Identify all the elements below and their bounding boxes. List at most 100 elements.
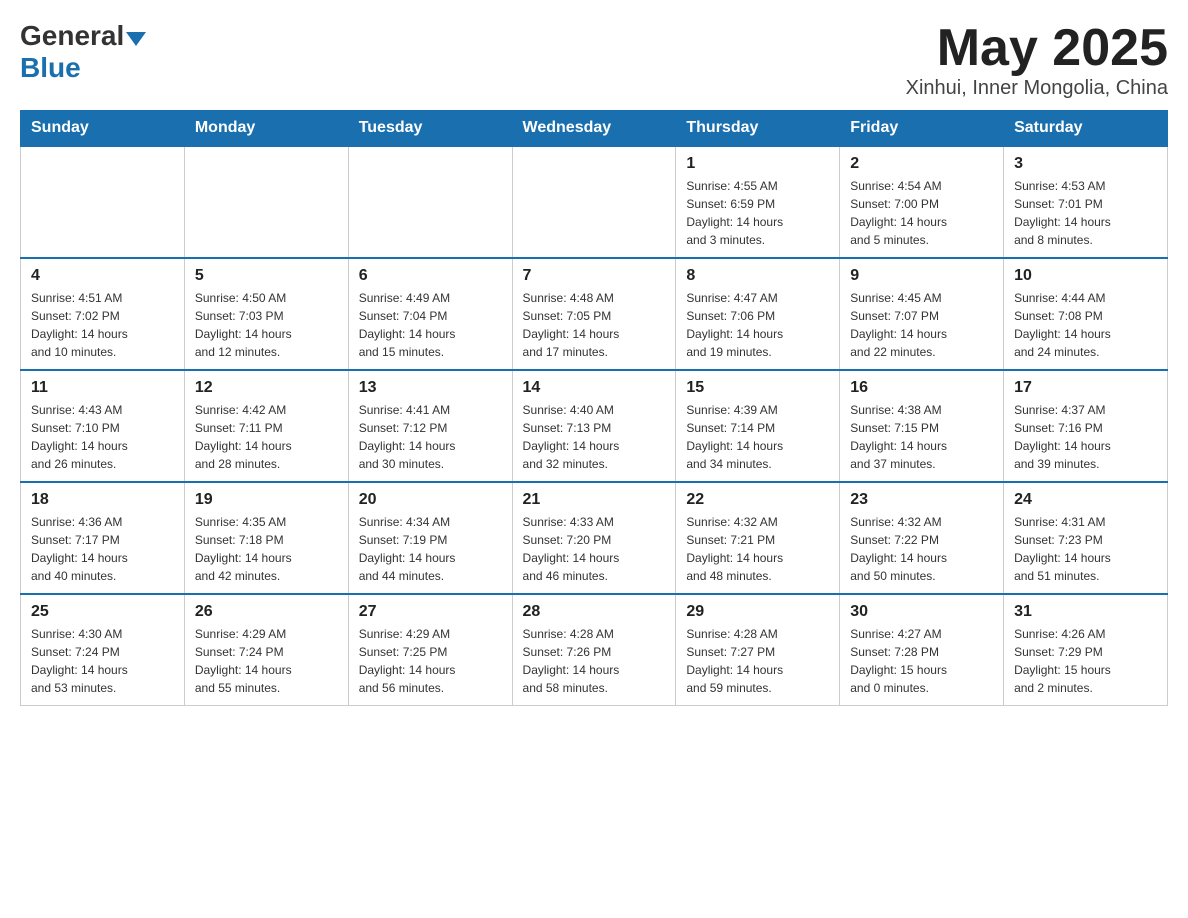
day-number: 14 — [523, 379, 666, 397]
day-number: 1 — [686, 155, 829, 173]
day-info: Sunrise: 4:50 AM Sunset: 7:03 PM Dayligh… — [195, 289, 338, 361]
day-number: 17 — [1014, 379, 1157, 397]
day-number: 27 — [359, 603, 502, 621]
day-info: Sunrise: 4:35 AM Sunset: 7:18 PM Dayligh… — [195, 513, 338, 585]
day-number: 26 — [195, 603, 338, 621]
day-info: Sunrise: 4:53 AM Sunset: 7:01 PM Dayligh… — [1014, 177, 1157, 249]
day-info: Sunrise: 4:26 AM Sunset: 7:29 PM Dayligh… — [1014, 625, 1157, 697]
day-info: Sunrise: 4:39 AM Sunset: 7:14 PM Dayligh… — [686, 401, 829, 473]
calendar-cell: 6Sunrise: 4:49 AM Sunset: 7:04 PM Daylig… — [348, 258, 512, 370]
day-number: 9 — [850, 267, 993, 285]
day-info: Sunrise: 4:43 AM Sunset: 7:10 PM Dayligh… — [31, 401, 174, 473]
day-number: 5 — [195, 267, 338, 285]
day-number: 18 — [31, 491, 174, 509]
day-number: 7 — [523, 267, 666, 285]
day-info: Sunrise: 4:27 AM Sunset: 7:28 PM Dayligh… — [850, 625, 993, 697]
day-info: Sunrise: 4:31 AM Sunset: 7:23 PM Dayligh… — [1014, 513, 1157, 585]
calendar-cell: 30 Sunrise: 4:27 AM Sunset: 7:28 PM Dayli… — [840, 594, 1004, 706]
location-text: Xinhui, Inner Mongolia, China — [906, 77, 1168, 100]
calendar-cell — [348, 146, 512, 258]
day-number: 23 — [850, 491, 993, 509]
calendar-cell: 21 Sunrise: 4:33 AM Sunset: 7:20 PM Dayli… — [512, 482, 676, 594]
calendar-table: Sunday Monday Tuesday Wednesday Thursday… — [20, 110, 1168, 706]
calendar-cell: 25 Sunrise: 4:30 AM Sunset: 7:24 PM Dayli… — [21, 594, 185, 706]
logo-blue-text: Blue — [20, 52, 81, 84]
day-number: 31 — [1014, 603, 1157, 621]
calendar-cell: 31 Sunrise: 4:26 AM Sunset: 7:29 PM Dayli… — [1004, 594, 1168, 706]
calendar-cell: 17Sunrise: 4:37 AM Sunset: 7:16 PM Dayli… — [1004, 370, 1168, 482]
day-info: Sunrise: 4:44 AM Sunset: 7:08 PM Dayligh… — [1014, 289, 1157, 361]
week-row: 18 Sunrise: 4:36 AM Sunset: 7:17 PM Dayli… — [21, 482, 1168, 594]
calendar-cell: 29 Sunrise: 4:28 AM Sunset: 7:27 PM Dayli… — [676, 594, 840, 706]
week-row: 4 Sunrise: 4:51 AM Sunset: 7:02 PM Daylig… — [21, 258, 1168, 370]
logo-arrow-icon — [126, 32, 146, 46]
calendar-cell: 4 Sunrise: 4:51 AM Sunset: 7:02 PM Daylig… — [21, 258, 185, 370]
day-info: Sunrise: 4:38 AM Sunset: 7:15 PM Dayligh… — [850, 401, 993, 473]
calendar-cell: 28 Sunrise: 4:28 AM Sunset: 7:26 PM Dayli… — [512, 594, 676, 706]
day-number: 10 — [1014, 267, 1157, 285]
logo-general-text: General — [20, 20, 124, 52]
day-info: Sunrise: 4:29 AM Sunset: 7:25 PM Dayligh… — [359, 625, 502, 697]
day-number: 25 — [31, 603, 174, 621]
day-info: Sunrise: 4:28 AM Sunset: 7:26 PM Dayligh… — [523, 625, 666, 697]
calendar-cell: 22Sunrise: 4:32 AM Sunset: 7:21 PM Dayli… — [676, 482, 840, 594]
calendar-cell — [512, 146, 676, 258]
col-monday: Monday — [184, 111, 348, 147]
day-number: 15 — [686, 379, 829, 397]
day-number: 30 — [850, 603, 993, 621]
col-tuesday: Tuesday — [348, 111, 512, 147]
day-info: Sunrise: 4:48 AM Sunset: 7:05 PM Dayligh… — [523, 289, 666, 361]
day-number: 12 — [195, 379, 338, 397]
calendar-cell — [184, 146, 348, 258]
day-number: 21 — [523, 491, 666, 509]
calendar-cell — [21, 146, 185, 258]
calendar-cell: 1 Sunrise: 4:55 AM Sunset: 6:59 PM Daylig… — [676, 146, 840, 258]
day-info: Sunrise: 4:28 AM Sunset: 7:27 PM Dayligh… — [686, 625, 829, 697]
day-number: 29 — [686, 603, 829, 621]
calendar-cell: 8Sunrise: 4:47 AM Sunset: 7:06 PM Daylig… — [676, 258, 840, 370]
calendar-cell: 2 Sunrise: 4:54 AM Sunset: 7:00 PM Daylig… — [840, 146, 1004, 258]
day-info: Sunrise: 4:30 AM Sunset: 7:24 PM Dayligh… — [31, 625, 174, 697]
day-number: 13 — [359, 379, 502, 397]
col-thursday: Thursday — [676, 111, 840, 147]
calendar-cell: 11 Sunrise: 4:43 AM Sunset: 7:10 PM Dayli… — [21, 370, 185, 482]
week-row: 25 Sunrise: 4:30 AM Sunset: 7:24 PM Dayli… — [21, 594, 1168, 706]
calendar-cell: 16 Sunrise: 4:38 AM Sunset: 7:15 PM Dayli… — [840, 370, 1004, 482]
day-info: Sunrise: 4:49 AM Sunset: 7:04 PM Dayligh… — [359, 289, 502, 361]
calendar-cell: 24 Sunrise: 4:31 AM Sunset: 7:23 PM Dayli… — [1004, 482, 1168, 594]
day-info: Sunrise: 4:40 AM Sunset: 7:13 PM Dayligh… — [523, 401, 666, 473]
calendar-cell: 18 Sunrise: 4:36 AM Sunset: 7:17 PM Dayli… — [21, 482, 185, 594]
week-row: 1 Sunrise: 4:55 AM Sunset: 6:59 PM Daylig… — [21, 146, 1168, 258]
month-title: May 2025 — [906, 20, 1168, 77]
calendar-cell: 9Sunrise: 4:45 AM Sunset: 7:07 PM Daylig… — [840, 258, 1004, 370]
day-info: Sunrise: 4:42 AM Sunset: 7:11 PM Dayligh… — [195, 401, 338, 473]
calendar-cell: 27 Sunrise: 4:29 AM Sunset: 7:25 PM Dayli… — [348, 594, 512, 706]
day-info: Sunrise: 4:41 AM Sunset: 7:12 PM Dayligh… — [359, 401, 502, 473]
day-number: 16 — [850, 379, 993, 397]
day-number: 11 — [31, 379, 174, 397]
day-number: 24 — [1014, 491, 1157, 509]
calendar-cell: 20 Sunrise: 4:34 AM Sunset: 7:19 PM Dayli… — [348, 482, 512, 594]
day-info: Sunrise: 4:51 AM Sunset: 7:02 PM Dayligh… — [31, 289, 174, 361]
day-number: 22 — [686, 491, 829, 509]
calendar-cell: 12 Sunrise: 4:42 AM Sunset: 7:11 PM Dayli… — [184, 370, 348, 482]
day-info: Sunrise: 4:29 AM Sunset: 7:24 PM Dayligh… — [195, 625, 338, 697]
logo: General Blue — [20, 20, 146, 84]
day-number: 4 — [31, 267, 174, 285]
day-number: 19 — [195, 491, 338, 509]
calendar-cell: 14 Sunrise: 4:40 AM Sunset: 7:13 PM Dayli… — [512, 370, 676, 482]
day-info: Sunrise: 4:55 AM Sunset: 6:59 PM Dayligh… — [686, 177, 829, 249]
day-info: Sunrise: 4:36 AM Sunset: 7:17 PM Dayligh… — [31, 513, 174, 585]
page-header: General Blue May 2025 Xinhui, Inner Mong… — [20, 20, 1168, 100]
day-number: 20 — [359, 491, 502, 509]
day-info: Sunrise: 4:34 AM Sunset: 7:19 PM Dayligh… — [359, 513, 502, 585]
calendar-cell: 13 Sunrise: 4:41 AM Sunset: 7:12 PM Dayli… — [348, 370, 512, 482]
day-number: 2 — [850, 155, 993, 173]
day-info: Sunrise: 4:54 AM Sunset: 7:00 PM Dayligh… — [850, 177, 993, 249]
day-number: 28 — [523, 603, 666, 621]
calendar-header-row: Sunday Monday Tuesday Wednesday Thursday… — [21, 111, 1168, 147]
col-wednesday: Wednesday — [512, 111, 676, 147]
day-info: Sunrise: 4:33 AM Sunset: 7:20 PM Dayligh… — [523, 513, 666, 585]
day-info: Sunrise: 4:32 AM Sunset: 7:22 PM Dayligh… — [850, 513, 993, 585]
calendar-cell: 15 Sunrise: 4:39 AM Sunset: 7:14 PM Dayli… — [676, 370, 840, 482]
